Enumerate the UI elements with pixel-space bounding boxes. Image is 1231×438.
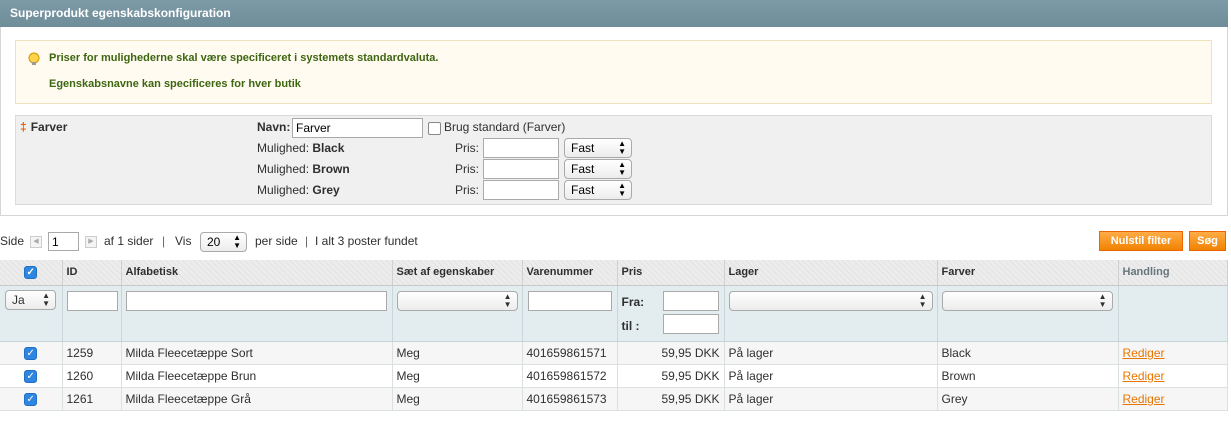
attribute-name-input[interactable] (292, 118, 423, 138)
column-stock[interactable]: Lager (724, 260, 938, 286)
sku-filter-input[interactable] (527, 290, 612, 311)
updown-icon: ▲ ▼ (503, 291, 512, 309)
products-grid: ✓ ID Alfabetisk Sæt af egenskaber Varenu… (0, 260, 1228, 411)
grid-header: ✓ ID Alfabetisk Sæt af egenskaber Varenu… (0, 260, 1228, 286)
color-filter[interactable]: ▲ ▼ (941, 290, 1113, 311)
price-type-select[interactable]: Fast ▲ ▼ (564, 159, 632, 179)
filter-row: Ja ▲ ▼ ▲ ▼ Fra: til : ▲ ▼ ▲ ▼ (0, 285, 1228, 342)
page-input[interactable] (48, 232, 79, 251)
row-checkbox[interactable]: ✓ (24, 346, 38, 360)
updown-icon: ▲ ▼ (618, 181, 626, 198)
name-filter-input[interactable] (125, 290, 387, 311)
price-label: Pris: (455, 141, 479, 155)
price-to-label: til : (621, 318, 640, 333)
updown-icon: ▲ ▼ (918, 291, 927, 309)
configuration-fieldset: Priser for mulighederne skal være specif… (0, 27, 1228, 216)
option-row-brown: Mulighed: Brown (257, 162, 350, 176)
section-title: Superprodukt egenskabskonfiguration (0, 0, 1228, 27)
table-row[interactable]: ✓ 1260 Milda Fleecetæppe Brun Meg 401659… (0, 364, 1228, 388)
updown-icon: ▲ ▼ (1098, 291, 1107, 309)
option-price-input[interactable] (483, 159, 559, 179)
per-page-select[interactable]: 20 ▲ ▼ (200, 232, 247, 252)
in-products-filter[interactable]: Ja ▲ ▼ (5, 289, 56, 310)
page-count: af 1 sider (104, 234, 154, 248)
attribute-title[interactable]: ‡ Farver (20, 120, 67, 134)
notice-currency: Priser for mulighederne skal være specif… (49, 52, 439, 64)
select-all-checkbox[interactable]: ✓ (0, 260, 63, 286)
notice-box: Priser for mulighederne skal være specif… (15, 40, 1212, 104)
column-color[interactable]: Farver (937, 260, 1119, 286)
column-sku[interactable]: Varenummer (522, 260, 618, 286)
next-page-icon[interactable]: ▶ (85, 236, 97, 248)
option-price-input[interactable] (483, 138, 559, 158)
price-from-input[interactable] (662, 290, 719, 311)
attribute-box: ‡Farver Navn: Brug standard (Farver) Mul… (15, 115, 1212, 205)
row-checkbox[interactable]: ✓ (24, 392, 38, 406)
use-default-label: Brug standard (Farver) (444, 120, 566, 134)
price-label: Pris: (455, 183, 479, 197)
edit-link[interactable]: Rediger (1123, 346, 1165, 360)
column-price[interactable]: Pris (617, 260, 725, 286)
row-checkbox[interactable]: ✓ (24, 369, 38, 383)
stock-filter[interactable]: ▲ ▼ (728, 290, 933, 311)
total-records: I alt 3 poster fundet (315, 234, 418, 248)
column-name[interactable]: Alfabetisk (121, 260, 393, 286)
option-price-input[interactable] (483, 180, 559, 200)
updown-icon: ▲ ▼ (618, 139, 626, 156)
column-action: Handling (1118, 260, 1228, 286)
page-label: Side (0, 234, 25, 248)
view-label: Vis (175, 234, 192, 248)
price-label: Pris: (455, 162, 479, 176)
table-row[interactable]: ✓ 1259 Milda Fleecetæppe Sort Meg 401659… (0, 341, 1228, 365)
reset-filter-button[interactable]: Nulstil filter (1099, 231, 1183, 251)
use-default-checkbox[interactable] (428, 122, 441, 135)
price-to-input[interactable] (662, 313, 719, 334)
table-row[interactable]: ✓ 1261 Milda Fleecetæppe Grå Meg 4016598… (0, 387, 1228, 411)
edit-link[interactable]: Rediger (1123, 369, 1165, 383)
price-type-select[interactable]: Fast ▲ ▼ (564, 180, 632, 200)
search-button[interactable]: Søg (1189, 231, 1226, 251)
column-attribute-set[interactable]: Sæt af egenskaber (392, 260, 523, 286)
updown-icon: ▲ ▼ (42, 290, 50, 308)
lightbulb-icon (28, 52, 40, 65)
drag-handle-icon[interactable]: ‡ (20, 120, 27, 134)
edit-link[interactable]: Rediger (1123, 392, 1165, 406)
notice-store-names: Egenskabsnavne kan specificeres for hver… (49, 78, 301, 90)
attribute-set-filter[interactable]: ▲ ▼ (396, 290, 518, 311)
column-id[interactable]: ID (62, 260, 122, 286)
updown-icon: ▲ ▼ (618, 160, 626, 177)
per-page-suffix: per side (255, 234, 298, 248)
pager: Side ◀ ▶ af 1 sider | Vis 20▲▼ per side … (0, 231, 700, 253)
name-label: Navn: (257, 120, 291, 134)
option-row-grey: Mulighed: Grey (257, 183, 340, 197)
option-row-black: Mulighed: Black (257, 141, 345, 155)
price-type-select[interactable]: Fast ▲ ▼ (564, 138, 632, 158)
updown-icon: ▲ ▼ (233, 233, 241, 250)
id-filter-input[interactable] (66, 290, 118, 311)
price-from-label: Fra: (621, 294, 645, 309)
previous-page-icon[interactable]: ◀ (30, 236, 42, 248)
